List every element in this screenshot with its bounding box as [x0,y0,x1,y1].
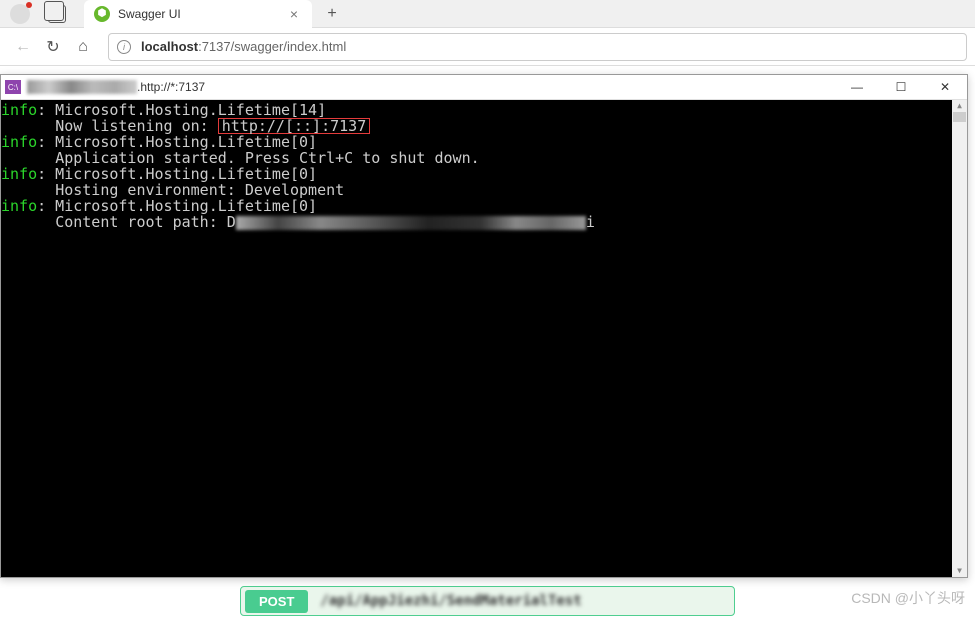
console-line: info: Microsoft.Hosting.Lifetime[0] [1,134,967,150]
url-text: localhost:7137/swagger/index.html [141,39,346,54]
console-title-redacted [27,80,137,94]
browser-tab[interactable]: ⬢ Swagger UI × [84,0,312,28]
console-line: info: Microsoft.Hosting.Lifetime[0] [1,198,967,214]
tab-title: Swagger UI [118,7,278,21]
scroll-down-arrow-icon[interactable]: ▼ [952,565,967,577]
endpoint-path: /api/AppJiezhi/SendMaterialTest [320,593,581,609]
refresh-button[interactable]: ↻ [38,32,68,62]
tab-favicon-icon: ⬢ [94,6,110,22]
console-line: info: Microsoft.Hosting.Lifetime[14] [1,102,967,118]
close-button[interactable]: ✕ [923,75,967,100]
console-title: .http://*:7137 [137,80,205,94]
back-button[interactable]: ← [8,32,38,62]
vertical-scrollbar[interactable]: ▲ ▼ [952,100,967,577]
redacted-path [236,216,586,230]
new-tab-button[interactable]: + [318,0,346,28]
home-button[interactable]: ⌂ [68,32,98,62]
highlighted-url: http://[::]:7137 [218,118,371,134]
browser-tabs-bar: ⬢ Swagger UI × + [0,0,975,28]
browser-toolbar: ← ↻ ⌂ i localhost:7137/swagger/index.htm… [0,28,975,66]
console-app-icon: C:\ [5,80,21,94]
scrollbar-thumb[interactable] [953,112,966,122]
tabs-overview-icon[interactable] [48,5,66,23]
profile-avatar[interactable] [10,4,30,24]
console-line: Now listening on: http://[::]:7137 [1,118,967,134]
tab-close-button[interactable]: × [286,6,302,22]
site-info-icon[interactable]: i [117,40,131,54]
watermark: CSDN @小丫头呀 [851,588,965,608]
console-titlebar[interactable]: C:\ .http://*:7137 — ☐ ✕ [1,75,967,100]
minimize-button[interactable]: — [835,75,879,100]
console-line: Application started. Press Ctrl+C to shu… [1,150,967,166]
console-window: C:\ .http://*:7137 — ☐ ✕ info: Microsoft… [0,74,968,578]
scroll-up-arrow-icon[interactable]: ▲ [952,100,967,112]
swagger-page-content: POST /api/AppJiezhi/SendMaterialTest [0,578,975,618]
address-bar[interactable]: i localhost:7137/swagger/index.html [108,33,967,61]
console-line: info: Microsoft.Hosting.Lifetime[0] [1,166,967,182]
maximize-button[interactable]: ☐ [879,75,923,100]
console-output[interactable]: info: Microsoft.Hosting.Lifetime[14] Now… [1,100,967,577]
http-method-badge: POST [245,590,308,613]
console-line: Hosting environment: Development [1,182,967,198]
swagger-operation[interactable]: POST /api/AppJiezhi/SendMaterialTest [240,586,735,616]
console-line: Content root path: Di [1,214,967,230]
